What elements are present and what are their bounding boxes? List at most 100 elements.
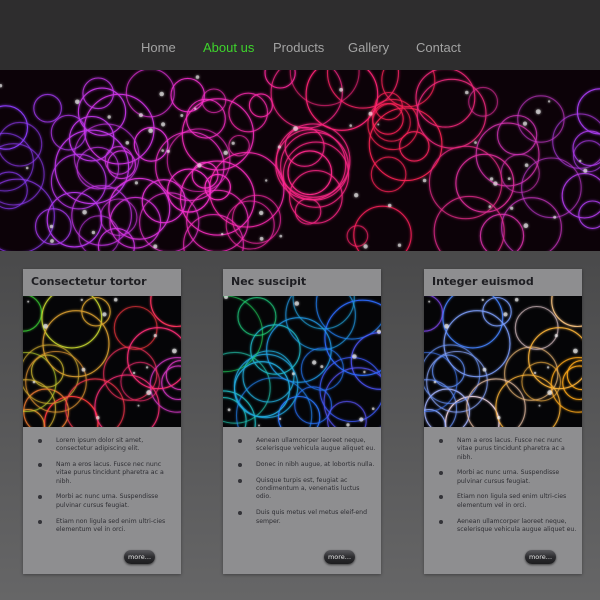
glow-spark <box>352 354 357 359</box>
list-item: Aenean ullamcorper laoreet neque, sceler… <box>437 518 577 535</box>
bullet-icon <box>238 463 242 468</box>
bullet-icon <box>238 439 242 443</box>
glow-spark <box>422 178 427 183</box>
nav-item-gallery[interactable]: Gallery <box>348 40 389 55</box>
glow-spark <box>153 244 158 249</box>
glow-circle <box>424 296 444 332</box>
bullet-icon <box>439 439 443 443</box>
content-card: Integer euismod Nam a eros lacus. Fusce … <box>424 269 582 574</box>
bullet-icon <box>439 519 443 524</box>
bullet-icon <box>238 478 242 483</box>
glow-circle <box>0 105 29 150</box>
glow-spark <box>195 75 200 79</box>
glow-circle <box>327 400 367 427</box>
glow-spark <box>0 84 3 88</box>
glow-spark <box>433 380 437 384</box>
glow-circle <box>50 114 87 151</box>
glow-spark <box>134 181 138 185</box>
glowing-circles-image <box>23 296 181 427</box>
glow-spark <box>547 390 553 396</box>
glow-spark <box>75 99 80 105</box>
glow-spark <box>359 417 364 422</box>
more-button[interactable]: more... <box>525 550 556 564</box>
bullet-icon <box>38 519 42 524</box>
glow-spark <box>488 205 492 208</box>
list-item: Nam a eros lacus. Fusce nec nunc vitae p… <box>437 437 577 462</box>
list-item: Quisque turpis est, feugiat ac condiment… <box>236 477 376 502</box>
glow-spark <box>538 404 541 407</box>
list-item: Nam a eros lacus. Fusce nec nunc vitae p… <box>36 461 176 486</box>
glow-circle <box>294 386 333 425</box>
glow-spark <box>546 366 550 369</box>
glow-spark <box>197 163 202 168</box>
glow-spark <box>159 91 164 97</box>
glow-spark <box>277 145 281 149</box>
glow-circle <box>223 390 256 427</box>
glow-circle <box>424 388 471 427</box>
card-bullet-list: Aenean ullamcorper laoreet neque, sceler… <box>236 437 376 533</box>
glow-circle <box>0 132 34 192</box>
bullet-icon <box>38 495 42 500</box>
glow-spark <box>339 87 343 92</box>
glow-spark <box>293 126 298 131</box>
glow-spark <box>113 297 118 302</box>
card-title: Integer euismod <box>432 275 534 288</box>
glow-spark <box>397 243 402 247</box>
glow-spark <box>371 407 375 410</box>
glow-circle <box>323 367 381 427</box>
glow-circle <box>284 126 325 167</box>
bullet-icon <box>439 471 443 476</box>
glow-circle <box>292 296 355 330</box>
glow-spark <box>291 372 295 376</box>
glow-spark <box>503 312 508 317</box>
glow-spark <box>49 224 54 229</box>
list-item: Etiam non ligula sed enim ultri-cies ele… <box>437 493 577 510</box>
glow-spark <box>221 232 224 236</box>
glow-spark <box>489 177 494 181</box>
glow-spark <box>224 296 228 299</box>
glow-circle <box>170 77 205 113</box>
glow-circle <box>125 70 175 118</box>
nav-item-products[interactable]: Products <box>273 40 324 55</box>
glow-spark <box>81 367 86 372</box>
glow-circle <box>94 374 160 427</box>
list-item: Lorem ipsum dolor sit amet, consectetur … <box>36 437 176 454</box>
glow-spark <box>138 113 143 118</box>
nav-item-home[interactable]: Home <box>141 40 176 55</box>
glow-circle <box>424 351 458 413</box>
glow-spark <box>145 366 149 369</box>
glow-circle <box>0 143 45 206</box>
glow-spark <box>80 298 83 302</box>
glow-spark <box>223 150 228 155</box>
glow-spark <box>265 179 268 182</box>
glow-circle <box>233 353 299 419</box>
glow-spark <box>146 390 152 396</box>
glow-circle <box>443 310 511 378</box>
glow-spark <box>91 230 96 235</box>
glow-spark <box>507 177 511 180</box>
more-button[interactable]: more... <box>124 550 155 564</box>
glow-spark <box>172 348 177 354</box>
card-circles <box>424 296 582 427</box>
nav-item-about-us[interactable]: About us <box>203 40 254 55</box>
glow-spark <box>50 239 54 243</box>
glow-spark <box>32 380 36 384</box>
glow-spark <box>554 334 558 338</box>
glow-spark <box>82 210 87 215</box>
glow-spark <box>279 417 282 420</box>
glow-spark <box>346 423 350 427</box>
glow-spark <box>259 236 264 241</box>
glow-circle <box>42 310 110 378</box>
list-item: Aenean ullamcorper laoreet neque, sceler… <box>236 437 376 454</box>
list-item: Morbi ac nunc urna. Suspendisse pulvinar… <box>36 493 176 510</box>
bullet-icon <box>38 439 42 443</box>
glow-spark <box>573 348 578 354</box>
glow-spark <box>533 371 537 375</box>
more-button[interactable]: more... <box>324 550 355 564</box>
glow-spark <box>102 312 107 317</box>
glow-circle <box>113 305 158 350</box>
glow-spark <box>107 115 111 119</box>
glow-spark <box>482 367 487 372</box>
nav-item-contact[interactable]: Contact <box>416 40 461 55</box>
glow-spark <box>481 298 484 302</box>
